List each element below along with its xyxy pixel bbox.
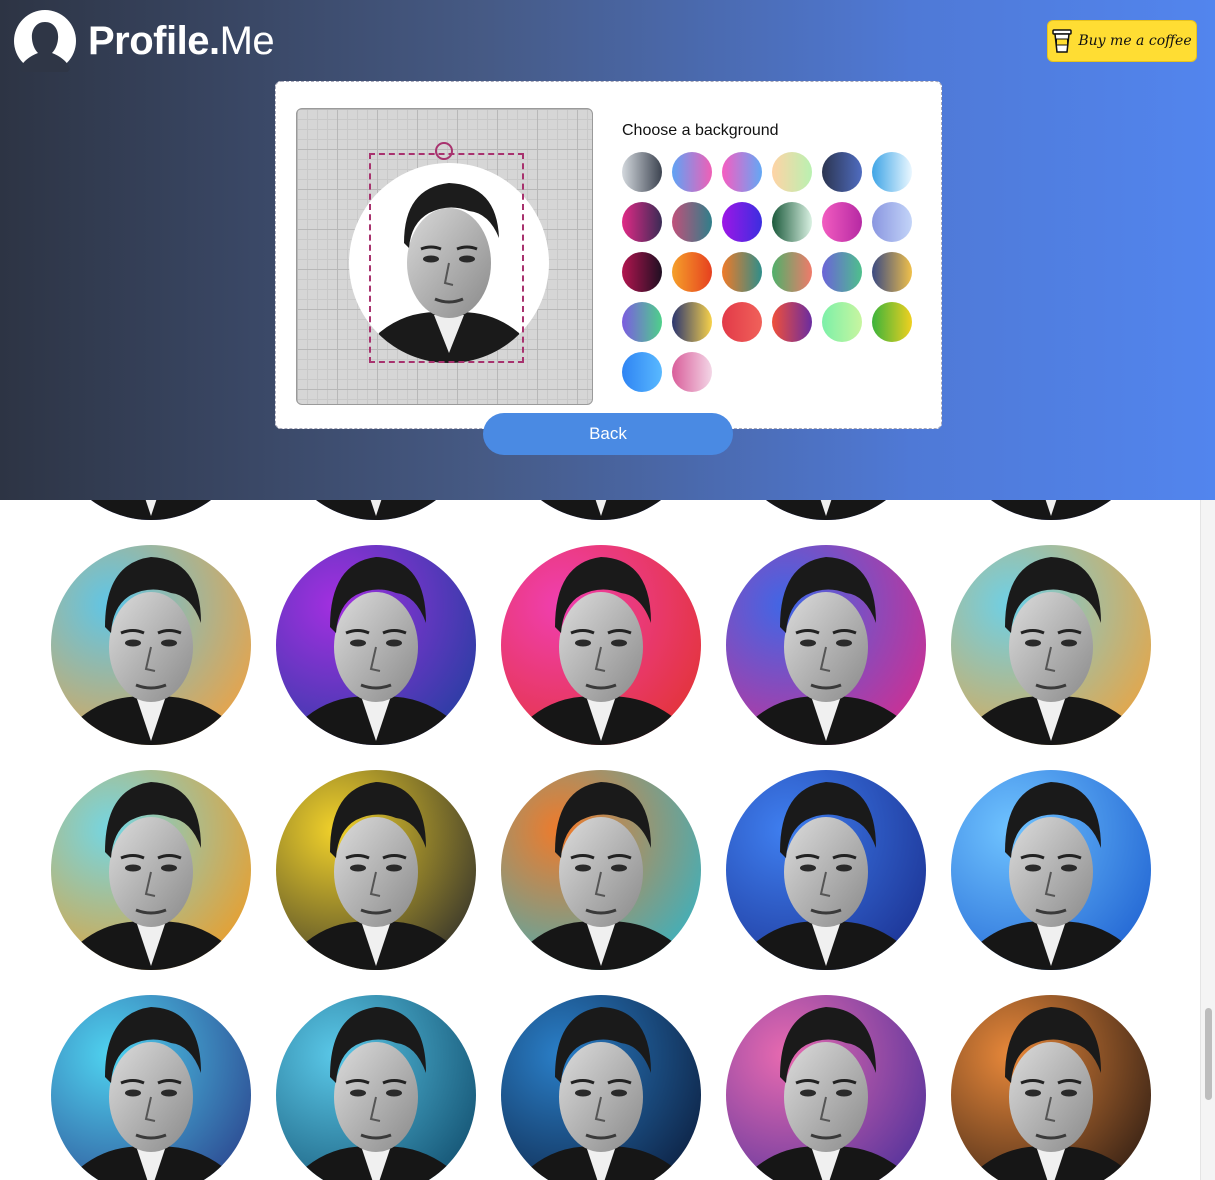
background-swatch-green-white[interactable] — [772, 202, 812, 242]
brand-bold: Profile. — [88, 19, 220, 63]
coffee-cup-icon — [1052, 29, 1073, 53]
avatar-preview-pink-lines[interactable] — [726, 545, 926, 745]
background-swatch-purple-green[interactable] — [822, 252, 862, 292]
avatar-preview-graffiti[interactable] — [276, 770, 476, 970]
background-swatch-green-coral[interactable] — [772, 252, 812, 292]
avatar-preview-galaxy[interactable] — [726, 995, 926, 1180]
header: Profile.Me Buy me a coffee Choose a back… — [0, 0, 1215, 500]
avatar-preview-psychedelic[interactable] — [501, 770, 701, 970]
avatar-preview-code-screen[interactable] — [501, 995, 701, 1180]
background-swatch-sky-white[interactable] — [872, 152, 912, 192]
avatar-preview-partial-3[interactable] — [501, 500, 701, 520]
avatar-preview-flowers-2[interactable] — [951, 545, 1151, 745]
avatar-gallery — [0, 500, 1200, 1180]
avatar-preview-planet[interactable] — [951, 995, 1151, 1180]
background-swatch-blue-azure[interactable] — [622, 352, 662, 392]
avatar-preview-sunset-stripes[interactable] — [51, 770, 251, 970]
background-swatch-crimson-black[interactable] — [622, 252, 662, 292]
avatar-preview-partial-1[interactable] — [51, 500, 251, 520]
avatar-preview-tech-blue[interactable] — [276, 995, 476, 1180]
rotate-handle[interactable] — [435, 142, 453, 160]
brand-light: Me — [219, 19, 275, 63]
coffee-label: Buy me a coffee — [1078, 33, 1192, 49]
background-swatch-orange-teal[interactable] — [722, 252, 762, 292]
background-swatch-pastel-rainbow[interactable] — [772, 152, 812, 192]
background-swatch-orange-purple[interactable] — [772, 302, 812, 342]
background-swatch-purple-blue[interactable] — [722, 202, 762, 242]
background-swatch-orange-red[interactable] — [672, 252, 712, 292]
background-swatch-pink-white[interactable] — [672, 352, 712, 392]
background-swatch-pink-blue[interactable] — [722, 152, 762, 192]
avatar-preview-circuit[interactable] — [951, 770, 1151, 970]
profile-avatar-icon — [14, 10, 76, 72]
background-swatch-pink-purple[interactable] — [822, 202, 862, 242]
background-swatch-blue-green[interactable] — [622, 302, 662, 342]
background-swatch-lavender-blue[interactable] — [872, 202, 912, 242]
background-swatch-navy-gold[interactable] — [872, 252, 912, 292]
brand-name: Profile.Me — [88, 10, 275, 72]
scrollbar[interactable] — [1200, 500, 1215, 1180]
background-swatch-navy-yellow[interactable] — [672, 302, 712, 342]
background-swatch-gray-gradient[interactable] — [622, 152, 662, 192]
avatar-preview-partial-2[interactable] — [276, 500, 476, 520]
background-swatch-mauve-teal[interactable] — [672, 202, 712, 242]
background-swatch-red-coral[interactable] — [722, 302, 762, 342]
background-swatch-mint-green[interactable] — [822, 302, 862, 342]
background-swatch-rainbow[interactable] — [872, 302, 912, 342]
selection-box[interactable] — [369, 153, 524, 363]
background-swatch-magenta-navy[interactable] — [622, 202, 662, 242]
logo[interactable]: Profile.Me — [10, 10, 275, 72]
avatar-preview-neon-swirl[interactable] — [276, 545, 476, 745]
scrollbar-thumb[interactable] — [1205, 1008, 1212, 1100]
avatar-preview-partial-5[interactable] — [951, 500, 1151, 520]
background-editor-panel: Choose a background — [275, 81, 942, 429]
back-button[interactable]: Back — [483, 413, 733, 455]
background-swatches — [622, 152, 922, 392]
avatar-preview-flowers[interactable] — [51, 545, 251, 745]
avatar-preview-rainbow-waves[interactable] — [501, 545, 701, 745]
avatar-preview-neon-tunnel[interactable] — [51, 995, 251, 1180]
background-swatch-blue-pink[interactable] — [672, 152, 712, 192]
photo-editor-canvas[interactable] — [296, 108, 593, 405]
background-swatch-navy-blue[interactable] — [822, 152, 862, 192]
choose-background-title: Choose a background — [622, 122, 779, 139]
buy-me-a-coffee-button[interactable]: Buy me a coffee — [1047, 20, 1197, 62]
avatar-preview-partial-4[interactable] — [726, 500, 926, 520]
avatar-preview-blue-wave[interactable] — [726, 770, 926, 970]
